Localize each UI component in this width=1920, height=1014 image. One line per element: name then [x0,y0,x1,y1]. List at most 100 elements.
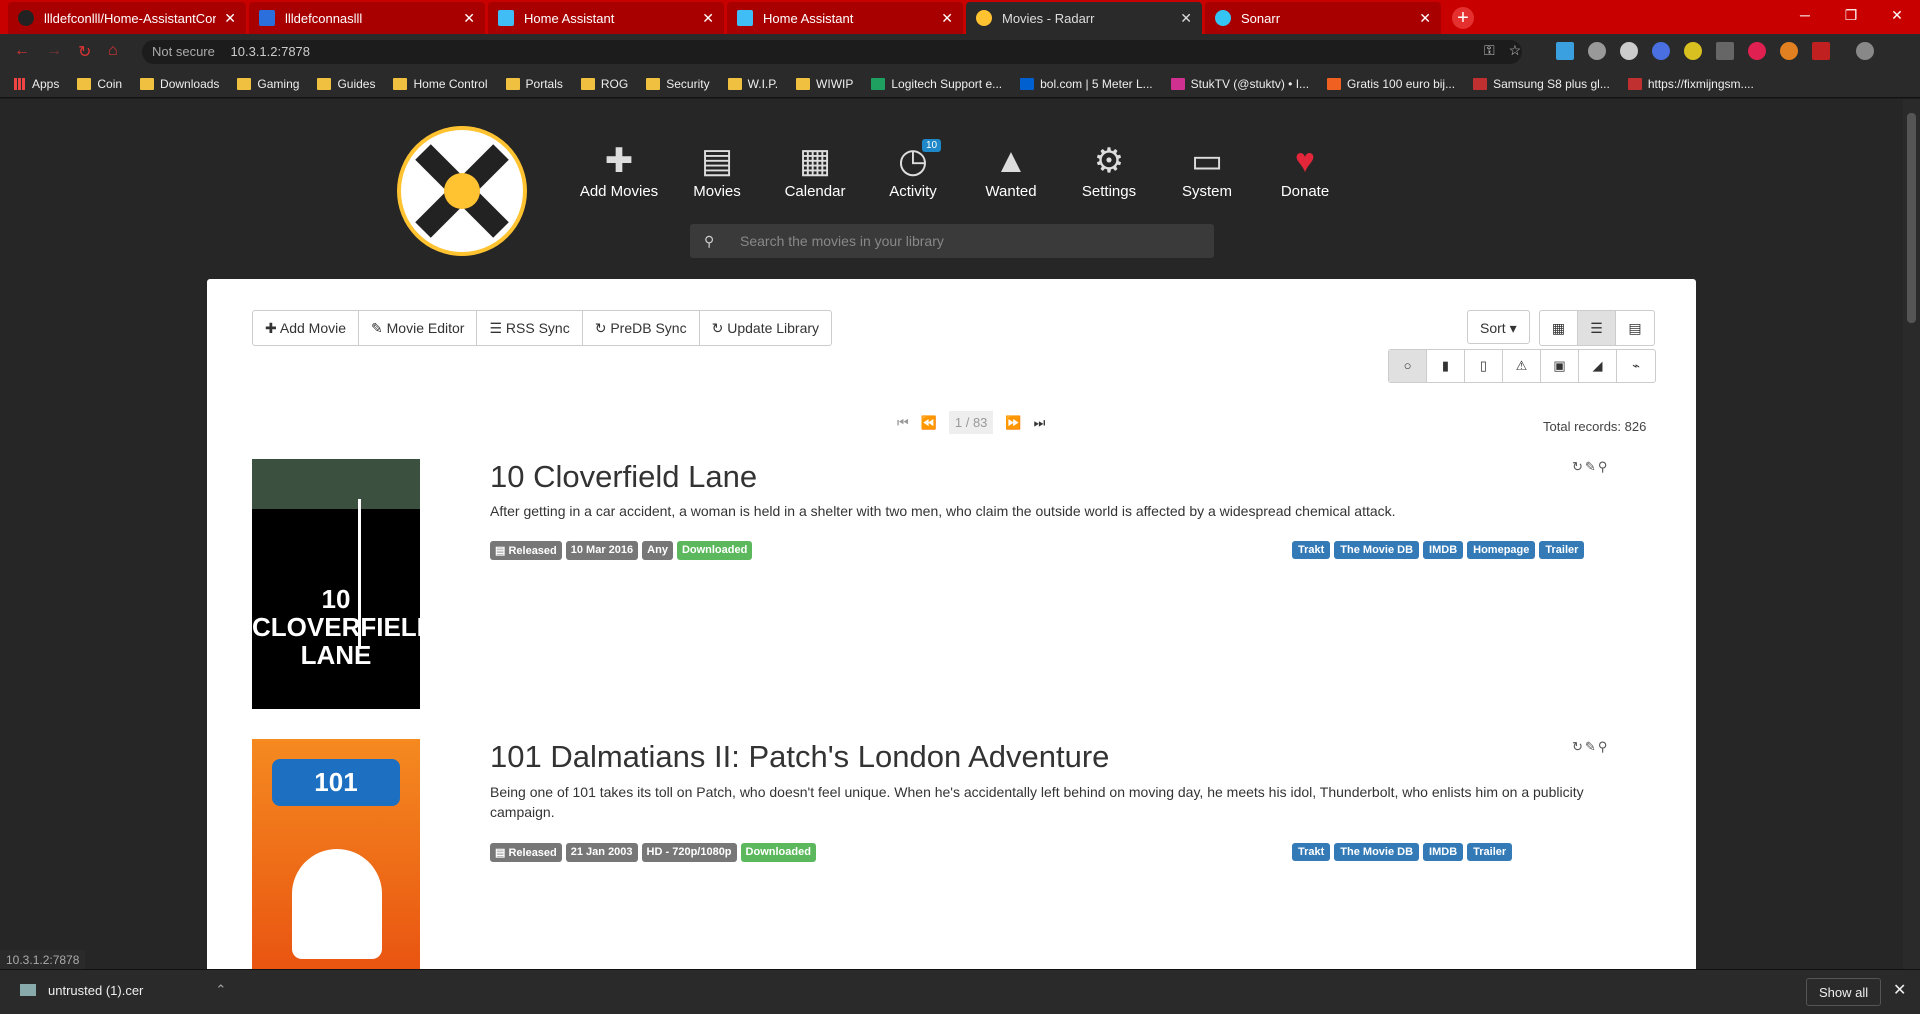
tab-3[interactable]: Home Assistant ✕ [727,2,963,34]
close-icon[interactable]: ✕ [1180,10,1192,27]
address-bar[interactable]: Not secure 10.3.1.2:7878 [142,40,1522,64]
extension-icon[interactable] [1556,42,1574,60]
tab-0[interactable]: llldefconlll/Home-AssistantConfi ✕ [8,2,246,34]
trakt-link[interactable]: Trakt [1292,541,1331,559]
bookmark-folder[interactable]: Portals [505,77,563,91]
bookmark-link[interactable]: Gratis 100 euro bij... [1327,77,1455,91]
bookmark-folder[interactable]: Security [646,77,710,91]
movie-editor-button[interactable]: ✎ Movie Editor [359,311,478,345]
nav-activity[interactable]: ◷ 10 Activity [864,139,962,200]
table-view-icon[interactable]: ▤ [1616,311,1654,345]
filter-all-icon[interactable]: ○ [1389,350,1427,382]
rss-sync-button[interactable]: ☰ RSS Sync [477,311,583,345]
wrench-icon[interactable]: ✎ [1585,739,1598,754]
search-input[interactable]: Search the movies in your library [740,224,944,258]
movie-search[interactable]: ⚲ Search the movies in your library [690,224,1214,258]
add-movie-button[interactable]: ✚ Add Movie [253,311,360,345]
download-extension-icon[interactable] [1588,42,1606,60]
ublock-icon[interactable] [1812,42,1830,60]
bookmark-folder[interactable]: WIWIP [796,77,853,91]
trailer-link[interactable]: Trailer [1467,843,1513,861]
back-icon[interactable]: ← [14,42,30,60]
download-item[interactable]: untrusted (1).cer ⌃ [20,982,226,998]
close-icon[interactable]: ✕ [702,10,714,27]
close-icon[interactable]: ✕ [1893,980,1906,1000]
filter-downloaded-icon[interactable]: ▣ [1541,350,1579,382]
update-library-button[interactable]: ↻ Update Library [700,311,831,345]
filter-released-icon[interactable]: ◢ [1579,350,1617,382]
tab-4[interactable]: Movies - Radarr ✕ [966,2,1202,34]
bookmark-link[interactable]: bol.com | 5 Meter L... [1020,77,1153,91]
reload-icon[interactable]: ↻ [78,42,91,62]
radarr-logo[interactable] [397,126,527,256]
search-icon[interactable]: ⚲ [1598,739,1610,754]
bookmark-folder[interactable]: W.I.P. [727,77,778,91]
imdb-link[interactable]: IMDB [1423,843,1464,861]
minimize-icon[interactable]: ─ [1782,0,1828,30]
restore-icon[interactable]: ❐ [1828,0,1874,30]
nav-wanted[interactable]: ▲ Wanted [962,139,1060,200]
show-all-button[interactable]: Show all [1806,978,1882,1006]
next-page-icon[interactable]: ⏩ [1005,415,1021,431]
bookmark-folder[interactable]: Guides [317,77,375,91]
new-tab-button[interactable]: + [1452,7,1474,29]
extension-icon[interactable] [1748,42,1766,60]
close-window-icon[interactable]: ✕ [1874,0,1920,30]
close-icon[interactable]: ✕ [463,10,475,27]
bookmark-folder[interactable]: Home Control [393,77,488,91]
bookmark-link[interactable]: Samsung S8 plus gl... [1473,77,1610,91]
home-icon[interactable]: ⌂ [108,42,118,60]
nav-donate[interactable]: ♥ Donate [1256,139,1354,200]
prev-page-icon[interactable]: ⏪ [921,415,937,431]
star-icon[interactable]: ☆ [1509,42,1522,59]
profile-avatar[interactable] [1856,42,1874,60]
extension-icon[interactable] [1780,42,1798,60]
last-page-icon[interactable]: ⏭ [1034,415,1046,431]
bookmark-link[interactable]: StukTV (@stuktv) • I... [1170,77,1309,91]
bookmark-folder[interactable]: Downloads [140,77,219,91]
extension-icon[interactable] [1652,42,1670,60]
chevron-up-icon[interactable]: ⌃ [215,982,226,998]
close-icon[interactable]: ✕ [1419,10,1431,27]
close-icon[interactable]: ✕ [224,10,236,27]
tmdb-link[interactable]: The Movie DB [1334,843,1420,861]
posters-view-icon[interactable]: ▦ [1540,311,1578,345]
bookmark-folder[interactable]: ROG [580,77,628,91]
movie-title[interactable]: 10 Cloverfield Lane [490,459,757,495]
trakt-link[interactable]: Trakt [1292,843,1331,861]
refresh-icon[interactable]: ↻ [1572,739,1585,754]
bookmark-folder[interactable]: Coin [77,77,122,91]
refresh-icon[interactable]: ↻ [1572,459,1585,474]
extension-icon[interactable] [1716,42,1734,60]
nav-calendar[interactable]: ▦ Calendar [766,139,864,200]
overview-view-icon[interactable]: ☰ [1578,311,1616,345]
page-indicator[interactable]: 1 / 83 [948,411,994,434]
nav-settings[interactable]: ⚙ Settings [1060,139,1158,200]
imdb-link[interactable]: IMDB [1423,541,1464,559]
key-icon[interactable]: ⚿ [1484,42,1495,59]
forward-icon[interactable]: → [46,42,62,60]
nav-system[interactable]: ▭ System [1158,139,1256,200]
wrench-icon[interactable]: ✎ [1585,459,1598,474]
tab-2[interactable]: Home Assistant ✕ [488,2,724,34]
scrollbar-thumb[interactable] [1907,113,1916,323]
tab-5[interactable]: Sonarr ✕ [1205,2,1441,34]
page-scrollbar[interactable] [1903,99,1920,969]
homepage-link[interactable]: Homepage [1467,541,1536,559]
predb-sync-button[interactable]: ↻ PreDB Sync [583,311,700,345]
filter-announced-icon[interactable]: ⌁ [1617,350,1655,382]
trailer-link[interactable]: Trailer [1539,541,1585,559]
tab-1[interactable]: llldefconnaslll ✕ [249,2,485,34]
bookmark-link[interactable]: Logitech Support e... [871,77,1002,91]
filter-unmonitored-icon[interactable]: ▯ [1465,350,1503,382]
nav-add-movies[interactable]: ✚ Add Movies [570,139,668,200]
sort-button[interactable]: Sort ▾ [1467,310,1530,344]
extension-icon[interactable] [1684,42,1702,60]
extension-icon[interactable] [1620,42,1638,60]
movie-poster[interactable]: 10 CLOVERFIELD LANE [252,459,435,709]
search-icon[interactable]: ⚲ [1598,459,1610,474]
movie-poster[interactable]: 101 [252,739,420,969]
bookmark-link[interactable]: https://fixmijngsm.... [1627,77,1754,91]
nav-movies[interactable]: ▤ Movies [668,139,766,200]
first-page-icon[interactable]: ⏮ [897,415,909,431]
